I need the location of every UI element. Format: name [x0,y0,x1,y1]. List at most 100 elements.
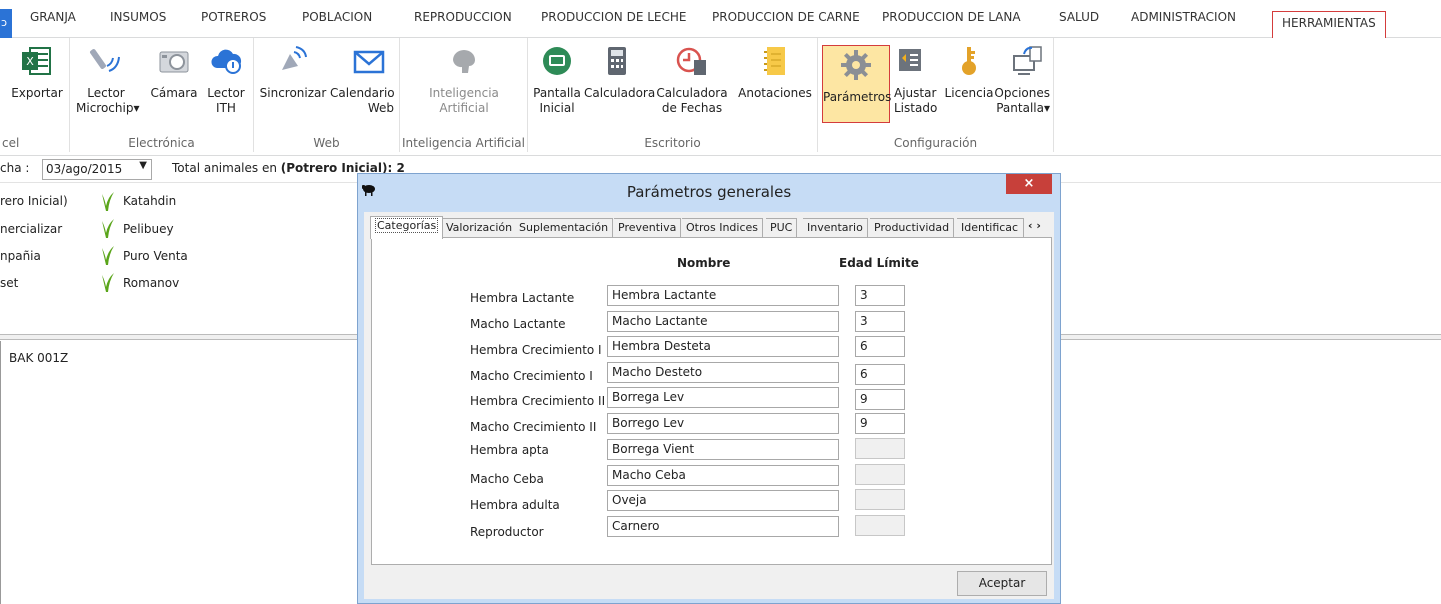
list-item[interactable]: Pelibuey [123,222,174,236]
anotaciones-button[interactable]: Anotaciones [734,44,816,101]
camara-button[interactable]: Cámara [150,44,198,101]
excel-icon: X [22,47,51,75]
ribbon-group-label: Escritorio [644,136,701,150]
categorias-page: Nombre Edad Límite Hembra Lactante Hembr… [371,237,1052,565]
nombre-input[interactable]: Borrego Lev [607,413,839,434]
file-tab[interactable]: ɔ [0,9,12,38]
calendario-web-button[interactable]: Calendario Web [330,44,395,116]
date-picker[interactable]: 03/ago/2015 ▼ [42,159,152,180]
menu-administracion[interactable]: ADMINISTRACION [1131,0,1236,38]
camera-icon [159,51,189,73]
row-label: Hembra Crecimiento II [470,394,606,408]
ribbon-group-label: Configuración [893,136,978,150]
edad-input[interactable]: 3 [855,311,905,332]
nombre-input[interactable]: Macho Lactante [607,311,839,332]
ribbon-group-label: Electrónica [128,136,195,150]
tab-suplementacion[interactable]: Suplementación [515,218,614,238]
sincronizar-button[interactable]: Sincronizar [258,44,328,101]
edad-input[interactable]: 6 [855,364,905,385]
edad-input[interactable]: 9 [855,413,905,434]
lector-microchip-button[interactable]: Lector Microchip▾ [76,44,139,116]
animal-code[interactable]: BAK 001Z [9,351,68,365]
column-header-edad: Edad Límite [839,256,919,270]
list-item[interactable]: Romanov [123,276,179,290]
menu-produccion-carne[interactable]: PRODUCCION DE CARNE [712,0,860,38]
list-item[interactable]: Katahdin [123,194,176,208]
menu-herramientas[interactable]: HERRAMIENTAS [1272,11,1386,38]
row-label: Macho Crecimiento I [470,369,593,383]
tab-productividad[interactable]: Productividad [870,218,955,238]
notebook-icon [764,47,785,75]
close-button[interactable]: × [1006,174,1052,194]
calculator-icon [608,47,626,75]
list-panel: rero Inicial) nercializar npañia set Kat… [0,184,360,332]
menu-salud[interactable]: SALUD [1059,0,1099,38]
tab-categorias[interactable]: Categorías [370,216,444,239]
tab-identificacion[interactable]: Identificac [957,218,1024,238]
opciones-pantalla-button[interactable]: Opciones Pantalla▾ [992,44,1050,116]
column-header-nombre: Nombre [677,256,731,270]
calculadora-button[interactable]: Calculadora [584,44,655,101]
sprout-icon [102,192,114,211]
licencia-button[interactable]: Licencia [944,44,994,101]
parametros-button[interactable]: Parámetros [822,45,891,123]
dialog-body: Categorías Valorización Suplementación P… [364,212,1054,599]
tab-preventiva[interactable]: Preventiva [614,218,682,238]
list-item[interactable]: set [0,276,18,290]
row-label: Hembra adulta [470,498,560,512]
lector-ith-button[interactable]: Lector ITH [204,44,248,116]
ajustar-listado-button[interactable]: Ajustar Listado [894,44,944,116]
nombre-input[interactable]: Hembra Desteta [607,336,839,357]
brain-icon [453,50,475,73]
nombre-input[interactable]: Borrega Vient [607,439,839,460]
menu-reproduccion[interactable]: REPRODUCCION [414,0,512,38]
ribbon-group-escritorio: Pantalla Inicial Calculadora Calculadora… [528,38,818,152]
tab-scroll-arrows[interactable]: ‹ › [1028,219,1041,232]
monitor-icon [1013,46,1042,75]
ribbon-group-configuracion: Parámetros Ajustar Listado Licencia Opci… [818,38,1054,152]
list-item[interactable]: Puro Venta [123,249,188,263]
list-item[interactable]: npañia [0,249,41,263]
menu-poblacion[interactable]: POBLACION [302,0,372,38]
menu-produccion-lana[interactable]: PRODUCCION DE LANA [882,0,1021,38]
nombre-input[interactable]: Macho Ceba [607,465,839,486]
tab-puc[interactable]: PUC [766,218,798,238]
nombre-input[interactable]: Oveja [607,490,839,511]
inteligencia-artificial-button[interactable]: Inteligencia Artificial [414,44,514,116]
row-label: Hembra Lactante [470,291,575,305]
edad-input[interactable]: 3 [855,285,905,306]
row-label: Macho Ceba [470,472,544,486]
calculadora-fechas-button[interactable]: Calculadora de Fechas [650,44,734,116]
row-label: Reproductor [470,525,544,539]
nombre-input[interactable]: Borrega Lev [607,387,839,408]
row-label: Hembra apta [470,443,549,457]
menu-insumos[interactable]: INSUMOS [110,0,166,38]
edad-input[interactable]: 9 [855,389,905,410]
row-label: Hembra Crecimiento I [470,343,602,357]
edad-input[interactable]: 6 [855,336,905,357]
menu-produccion-leche[interactable]: PRODUCCION DE LECHE [541,0,686,38]
date-label: cha : [0,161,30,175]
nombre-input[interactable]: Hembra Lactante [607,285,839,306]
nombre-input[interactable]: Macho Desteto [607,362,839,383]
exportar-button[interactable]: X Exportar [8,44,66,101]
ribbon-group-ia: Inteligencia Artificial Inteligencia Art… [400,38,528,152]
pantalla-inicial-button[interactable]: Pantalla Inicial [532,44,582,116]
dialog-title-bar[interactable]: Parámetros generales × [358,174,1060,212]
clock-calculator-icon [676,47,706,75]
svg-text:X: X [26,55,34,68]
sprout-icon [102,219,114,238]
tab-otros-indices[interactable]: Otros Indices [682,218,764,238]
chevron-down-icon[interactable]: ▼ [139,160,147,171]
tab-valorizacion[interactable]: Valorización [442,218,518,238]
aceptar-button[interactable]: Aceptar [957,571,1047,596]
menu-potreros[interactable]: POTREROS [201,0,266,38]
list-item[interactable]: nercializar [0,222,62,236]
menu-granja[interactable]: GRANJA [30,0,76,38]
sprout-icon [102,246,114,265]
tab-strip: Categorías Valorización Suplementación P… [370,216,1054,239]
parametros-dialog: Parámetros generales × Categorías Valori… [357,173,1061,604]
nombre-input[interactable]: Carnero [607,516,839,537]
tab-inventario[interactable]: Inventario [803,218,868,238]
list-item[interactable]: rero Inicial) [0,194,68,208]
